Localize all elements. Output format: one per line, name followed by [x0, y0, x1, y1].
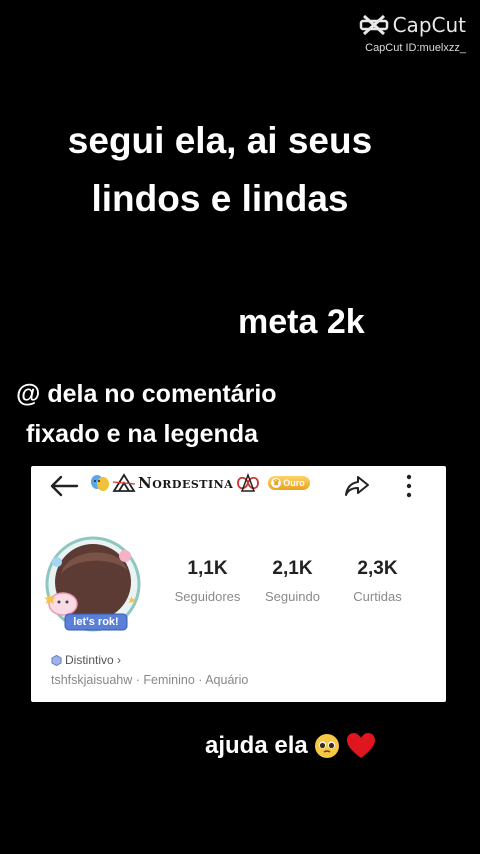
- caption-help: ajuda ela: [205, 732, 376, 760]
- avatar[interactable]: let's rok!: [41, 534, 145, 638]
- username-text: Nordestina: [138, 474, 234, 492]
- caption-line-2: lindos e lindas: [91, 178, 349, 219]
- crown-icon: ♛: [271, 478, 282, 488]
- ouro-label: Ouro: [283, 478, 305, 488]
- capcut-logo-icon: [359, 14, 388, 36]
- caption-mention-line-2: fixado e na legenda: [26, 420, 259, 448]
- infinity-triangle-icon: [237, 472, 260, 492]
- capcut-brand: CapCut: [392, 13, 466, 37]
- capcut-id: CapCut ID:muelxzz_: [365, 42, 466, 54]
- avatar-sticker-text: let's rok!: [73, 616, 119, 628]
- profile-username: Nordestina ♛ Ouro: [89, 472, 310, 494]
- profile-screenshot-card: Nordestina ♛ Ouro let's rok! 1,1K Seguid…: [31, 466, 446, 702]
- more-options-icon[interactable]: [401, 472, 417, 500]
- share-icon[interactable]: [343, 472, 371, 500]
- following-count: 2,1K: [272, 558, 313, 579]
- pleading-face-icon: [314, 734, 339, 758]
- profile-meta-line: tshfskjaisuahw · Feminino · Aquário: [51, 673, 249, 687]
- likes-count: 2,3K: [357, 558, 398, 579]
- stat-following[interactable]: 2,1K Seguindo: [250, 558, 335, 604]
- caption-mention: @ dela no comentário fixado e na legenda: [16, 374, 277, 454]
- theater-masks-icon: [91, 475, 109, 491]
- stat-likes[interactable]: 2,3K Curtidas: [335, 558, 420, 604]
- red-heart-icon: [346, 733, 375, 758]
- caption-meta: meta 2k: [238, 303, 365, 341]
- capcut-watermark: CapCut CapCut ID:muelxzz_: [359, 12, 466, 54]
- distintivo-label: Distintivo ›: [65, 653, 122, 667]
- following-label: Seguindo: [265, 589, 320, 604]
- followers-label: Seguidores: [174, 589, 241, 604]
- caption-mention-line-1: @ dela no comentário: [16, 380, 277, 408]
- stat-followers[interactable]: 1,1K Seguidores: [165, 558, 250, 604]
- profile-stats: 1,1K Seguidores 2,1K Seguindo 2,3K Curti…: [165, 558, 420, 604]
- profile-top-bar: Nordestina ♛ Ouro: [31, 466, 446, 506]
- distintivo-link[interactable]: Distintivo ›: [51, 653, 121, 667]
- ouro-badge: ♛ Ouro: [268, 476, 310, 490]
- caption-line-1: segui ela, ai seus: [67, 120, 373, 161]
- hexagon-badge-icon: [51, 654, 62, 666]
- likes-label: Curtidas: [353, 589, 402, 604]
- followers-count: 1,1K: [187, 558, 228, 579]
- triangle-symbol-icon: [112, 473, 136, 492]
- back-arrow-icon[interactable]: [47, 472, 81, 500]
- caption-help-text: ajuda ela: [205, 732, 308, 759]
- caption-main: segui ela, ai seus lindos e lindas: [0, 112, 440, 228]
